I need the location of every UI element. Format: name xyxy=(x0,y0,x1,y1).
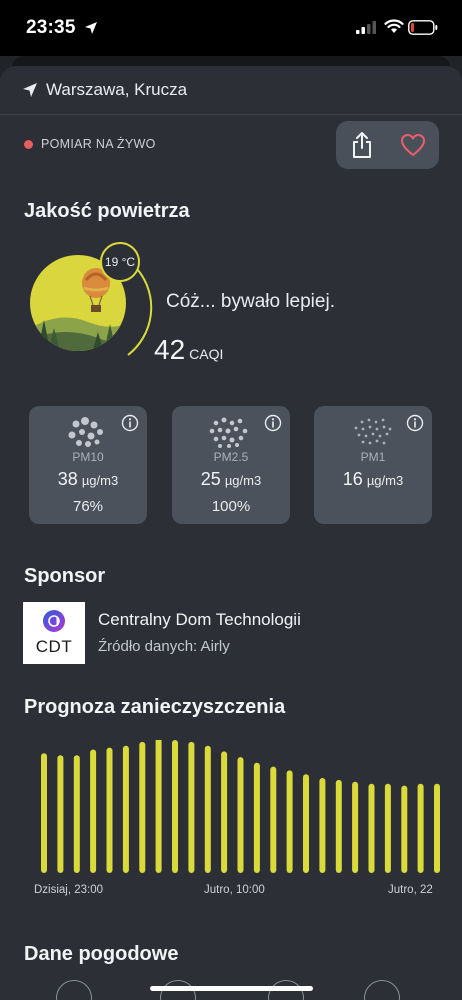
heart-icon xyxy=(401,134,426,156)
forecast-bar xyxy=(57,755,64,873)
forecast-bar xyxy=(188,741,195,873)
air-quality-verdict: Cóż... bywało lepiej. xyxy=(166,291,335,312)
forecast-bar xyxy=(155,740,162,873)
pm-percent: 100% xyxy=(211,498,251,515)
pm-card-pm1[interactable]: PM1 16 µg/m3 xyxy=(314,406,432,524)
pm-name: PM1 xyxy=(360,450,386,464)
forecast-bar xyxy=(434,783,440,873)
pm-unit: µg/m3 xyxy=(81,473,119,488)
forecast-bar xyxy=(172,740,178,873)
live-indicator: POMIAR NA ŻYWO xyxy=(24,137,156,151)
pm1-particles-icon xyxy=(354,418,392,445)
cdt-logo-icon xyxy=(43,610,65,632)
sponsor-title: Sponsor xyxy=(24,565,106,587)
forecast-mid-label: Jutro, 10:00 xyxy=(204,884,265,896)
pm-value-row: 38 µg/m3 xyxy=(29,469,147,490)
forecast-bar xyxy=(368,783,375,873)
forecast-end-label: Jutro, 22 xyxy=(388,884,433,896)
status-time: 23:35 xyxy=(26,17,76,38)
forecast-bar xyxy=(73,755,80,873)
status-bar: 23:35 xyxy=(0,0,462,56)
pm-value: 38 xyxy=(57,469,78,489)
forecast-title: Prognoza zanieczyszczenia xyxy=(24,696,286,718)
live-dot xyxy=(24,139,33,149)
pm-unit: µg/m3 xyxy=(224,473,262,488)
battery-icon xyxy=(408,20,438,35)
location-arrow-icon xyxy=(23,83,37,97)
pm-value-row: 25 µg/m3 xyxy=(172,469,290,490)
sponsor-name[interactable]: Centralny Dom Technologii xyxy=(98,610,301,630)
pm-percent: 76% xyxy=(72,498,104,515)
pm-card-pm25[interactable]: PM2.5 25 µg/m3 100% xyxy=(172,406,290,524)
share-button[interactable] xyxy=(336,121,388,169)
share-icon xyxy=(352,132,371,158)
temperature-badge: 19 °C xyxy=(100,242,140,282)
pm-value: 16 xyxy=(342,469,363,489)
location-services-icon xyxy=(85,22,97,34)
pm10-particles-icon xyxy=(68,417,103,447)
weather-title: Dane pogodowe xyxy=(24,943,179,965)
forecast-bar xyxy=(106,747,113,873)
pm-card-pm10[interactable]: PM10 38 µg/m3 76% xyxy=(29,406,147,524)
cellular-signal-icon xyxy=(356,21,376,34)
divider xyxy=(0,114,462,115)
pm-value-row: 16 µg/m3 xyxy=(314,469,432,490)
forecast-bar xyxy=(237,757,244,873)
forecast-bar xyxy=(90,749,97,873)
wifi-icon xyxy=(384,19,404,33)
forecast-bar xyxy=(335,779,342,873)
pm-value: 25 xyxy=(200,469,221,489)
home-indicator xyxy=(150,986,313,991)
air-quality-title: Jakość powietrza xyxy=(24,200,190,222)
forecast-bar xyxy=(319,778,326,873)
forecast-bar xyxy=(352,781,359,873)
action-pill xyxy=(336,121,439,169)
location-row[interactable]: Warszawa, Krucza xyxy=(22,80,187,100)
caqi-unit: CAQI xyxy=(189,346,224,362)
pm-unit: µg/m3 xyxy=(366,473,404,488)
forecast-bar xyxy=(41,753,47,873)
favorite-button[interactable] xyxy=(388,121,440,169)
forecast-bar xyxy=(303,774,309,873)
forecast-bar xyxy=(384,783,391,873)
live-label: POMIAR NA ŻYWO xyxy=(41,137,156,151)
pm-name: PM2.5 xyxy=(213,450,249,464)
pm-name: PM10 xyxy=(72,450,104,464)
forecast-bar xyxy=(204,745,211,873)
caqi-index: 42 CAQI xyxy=(154,334,223,366)
forecast-bar xyxy=(139,741,146,873)
forecast-bar xyxy=(401,785,408,873)
sponsor-logo-text: CDT xyxy=(35,637,73,656)
forecast-bar xyxy=(286,770,293,873)
forecast-bar xyxy=(417,783,424,873)
forecast-bar xyxy=(221,751,228,873)
caqi-value: 42 xyxy=(154,334,186,365)
pm25-particles-icon xyxy=(209,417,248,448)
forecast-bar xyxy=(253,762,260,873)
location-name: Warszawa, Krucza xyxy=(46,80,188,99)
data-source: Źródło danych: Airly xyxy=(98,638,230,655)
forecast-bar xyxy=(270,766,277,873)
forecast-chart[interactable] xyxy=(0,740,462,880)
forecast-bar xyxy=(122,745,129,873)
sponsor-logo[interactable]: CDT xyxy=(23,602,85,664)
forecast-start-label: Dzisiaj, 23:00 xyxy=(34,884,104,896)
